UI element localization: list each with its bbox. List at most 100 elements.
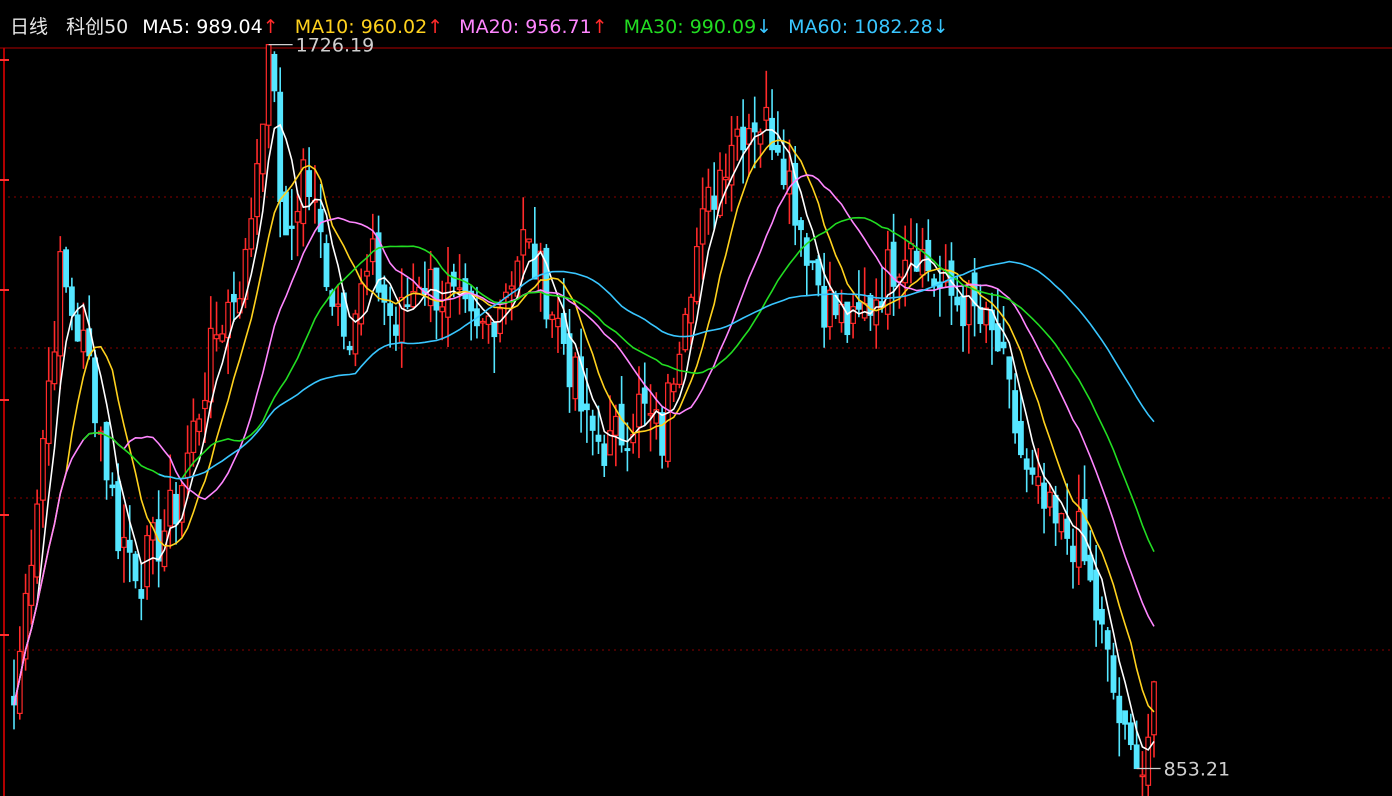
candle-body bbox=[647, 412, 654, 416]
candle-body bbox=[40, 438, 46, 501]
ma30-colon: : bbox=[677, 16, 689, 38]
candle-body bbox=[491, 321, 498, 338]
candle-body bbox=[809, 260, 816, 264]
candle bbox=[543, 244, 550, 329]
candle-body bbox=[659, 412, 666, 456]
candle-body bbox=[265, 44, 272, 126]
candle-body bbox=[960, 295, 966, 327]
ma5-name: MA5 bbox=[142, 16, 183, 38]
candle-body bbox=[624, 448, 631, 452]
candle-body bbox=[138, 589, 145, 599]
candle-body bbox=[508, 285, 515, 290]
candle-body bbox=[1041, 482, 1047, 509]
candle-body bbox=[583, 403, 590, 411]
candle-body bbox=[68, 286, 75, 316]
candle-body bbox=[1046, 491, 1053, 508]
period-label[interactable]: 日线 bbox=[10, 16, 48, 38]
candle-body bbox=[190, 420, 197, 454]
candle-body bbox=[213, 334, 220, 340]
candle-body bbox=[520, 229, 527, 256]
candle-body bbox=[1000, 341, 1007, 349]
candle-body bbox=[931, 278, 938, 287]
candle-body bbox=[121, 536, 127, 548]
candle-body bbox=[479, 320, 486, 324]
ma20-name: MA20 bbox=[459, 16, 513, 38]
candle-body bbox=[1110, 655, 1117, 693]
candle-body bbox=[1018, 420, 1024, 456]
candle bbox=[682, 307, 689, 353]
candle-body bbox=[306, 170, 313, 198]
candle-body bbox=[230, 293, 237, 303]
candle-body bbox=[682, 313, 689, 351]
ma5-trend-arrow: ↑ bbox=[263, 16, 279, 38]
candle-body bbox=[983, 307, 990, 326]
candle-body bbox=[763, 106, 770, 121]
candle-body bbox=[335, 303, 341, 307]
candle-body bbox=[1070, 545, 1076, 563]
candle-body bbox=[699, 208, 706, 245]
candle-body bbox=[456, 287, 463, 290]
candle-body bbox=[827, 289, 833, 328]
candle-body bbox=[132, 553, 139, 582]
candle-body bbox=[740, 126, 747, 151]
candle-body bbox=[549, 314, 556, 321]
ma10-trend-arrow: ↑ bbox=[427, 16, 443, 38]
candle-body bbox=[393, 324, 399, 336]
candle-body bbox=[167, 489, 174, 527]
candle-body bbox=[346, 345, 353, 351]
candle-body bbox=[202, 399, 208, 410]
candle-body bbox=[28, 564, 35, 606]
candle-body bbox=[572, 356, 579, 400]
candle-body bbox=[1075, 510, 1082, 568]
candle-body bbox=[688, 296, 694, 324]
candle-body bbox=[1029, 467, 1036, 475]
candle-body bbox=[404, 304, 411, 308]
candle-body bbox=[277, 91, 284, 203]
candle-body bbox=[1133, 744, 1140, 770]
candle-body bbox=[1122, 710, 1128, 725]
candle-body bbox=[1139, 774, 1146, 778]
ma10-name: MA10 bbox=[295, 16, 349, 38]
candle-body bbox=[387, 303, 394, 316]
candle-body bbox=[746, 128, 752, 145]
candle-body bbox=[92, 357, 98, 424]
ma20-value: 956.71 bbox=[525, 16, 591, 38]
candle-body bbox=[283, 191, 289, 236]
candle-body bbox=[1006, 356, 1013, 380]
candle-body bbox=[555, 317, 561, 328]
candle-body bbox=[815, 258, 822, 286]
candle-body bbox=[45, 380, 52, 445]
candle-body bbox=[1023, 458, 1030, 470]
ma30-value: 990.09 bbox=[690, 16, 756, 38]
ma60-colon: : bbox=[842, 16, 854, 38]
ma5-value: 989.04 bbox=[196, 16, 262, 38]
ma60-name: MA60 bbox=[788, 16, 842, 38]
ma10-value: 960.02 bbox=[361, 16, 427, 38]
candle-body bbox=[636, 393, 642, 428]
candle-body bbox=[317, 208, 324, 233]
ma20-trend-arrow: ↑ bbox=[592, 16, 608, 38]
candle-body bbox=[1145, 736, 1152, 786]
candle-body bbox=[109, 484, 116, 489]
ma60-trend-arrow: ↓ bbox=[933, 16, 949, 38]
candle-body bbox=[173, 493, 179, 525]
candle-body bbox=[115, 481, 122, 552]
candle-body bbox=[63, 249, 69, 288]
candle-body bbox=[821, 285, 828, 328]
kline-chart[interactable]: 1726.19 853.21 日线 科创50 MA5: 989.04↑ MA10… bbox=[0, 0, 1392, 796]
candle-body bbox=[566, 333, 573, 388]
candle-body bbox=[722, 176, 729, 181]
candle-body bbox=[798, 220, 804, 231]
candle-body bbox=[51, 351, 58, 385]
candle-body bbox=[219, 333, 226, 342]
candle-body bbox=[954, 296, 961, 306]
candle-body bbox=[364, 270, 370, 277]
candle-body bbox=[994, 323, 1001, 352]
candle-body bbox=[34, 503, 41, 578]
candle-body bbox=[1081, 498, 1088, 562]
candle-body bbox=[1035, 476, 1042, 487]
candle-body bbox=[531, 243, 538, 280]
candle-body bbox=[74, 314, 81, 342]
candle bbox=[63, 246, 69, 293]
candle-body bbox=[693, 245, 700, 303]
